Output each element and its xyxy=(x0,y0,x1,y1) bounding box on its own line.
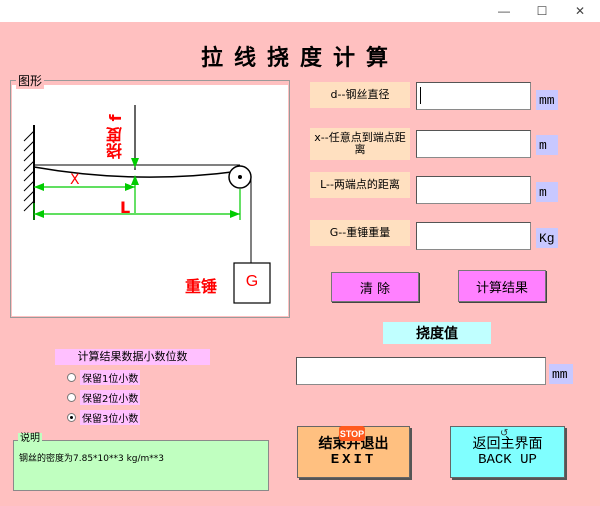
clear-button[interactable]: 清 除 xyxy=(331,272,419,302)
l-label: L xyxy=(120,198,131,217)
weight-label: 重锤 xyxy=(185,277,218,296)
stop-icon: STOP xyxy=(339,426,365,441)
maximize-button[interactable]: ☐ xyxy=(522,0,562,22)
unit-m-l: m xyxy=(536,182,558,202)
text-cursor xyxy=(420,87,421,104)
back-button-sublabel: BACK UP xyxy=(478,452,537,468)
param-label-x: x--任意点到端点距离 xyxy=(310,128,410,160)
unit-kg: Kg xyxy=(536,228,558,248)
radio-icon[interactable] xyxy=(67,372,76,382)
param-label-l: L--两端点的距离 xyxy=(310,172,410,198)
x-label: X xyxy=(70,172,80,188)
note-box xyxy=(13,440,269,491)
calculate-button[interactable]: 计算结果 xyxy=(458,270,546,302)
g-label: G xyxy=(245,273,259,290)
param-label-g: G--重锤重量 xyxy=(310,220,410,246)
close-button[interactable]: ✕ xyxy=(560,0,600,22)
minimize-button[interactable]: — xyxy=(484,0,524,22)
deflection-result-label: 挠度值 xyxy=(383,322,491,344)
distance-l-input[interactable] xyxy=(416,176,531,204)
radio-label: 保留2位小数 xyxy=(80,389,141,405)
weight-input[interactable] xyxy=(416,222,531,250)
note-text: 钢丝的密度为7.85*10**3 kg/m**3 xyxy=(19,454,165,464)
unit-mm-d: mm xyxy=(536,90,558,110)
radio-icon[interactable] xyxy=(67,392,76,402)
unit-mm-result: mm xyxy=(549,364,573,384)
decimal-option-2[interactable]: 保留2位小数 xyxy=(67,389,141,405)
distance-x-input[interactable] xyxy=(416,130,531,158)
decimal-places-caption: 计算结果数据小数位数 xyxy=(55,349,210,365)
page-title: 拉线挠度计算 xyxy=(200,45,399,71)
exit-button-sublabel: EXIT xyxy=(330,452,377,468)
deflection-result-field[interactable] xyxy=(296,357,546,385)
radio-label: 保留3位小数 xyxy=(80,409,141,425)
decimal-option-3[interactable]: 保留3位小数 xyxy=(67,409,141,425)
param-label-d: d--钢丝直径 xyxy=(310,82,410,108)
decimal-option-1[interactable]: 保留1位小数 xyxy=(67,369,141,385)
figure-group-label: 图形 xyxy=(16,73,45,89)
radio-label: 保留1位小数 xyxy=(80,369,141,385)
return-icon: ↺ xyxy=(500,428,509,439)
radio-selected-icon[interactable] xyxy=(67,412,76,422)
note-label: 说明 xyxy=(18,433,42,445)
diameter-input[interactable] xyxy=(416,82,531,110)
unit-m-x: m xyxy=(536,135,558,155)
deflection-label: 挠度 f xyxy=(106,114,125,160)
